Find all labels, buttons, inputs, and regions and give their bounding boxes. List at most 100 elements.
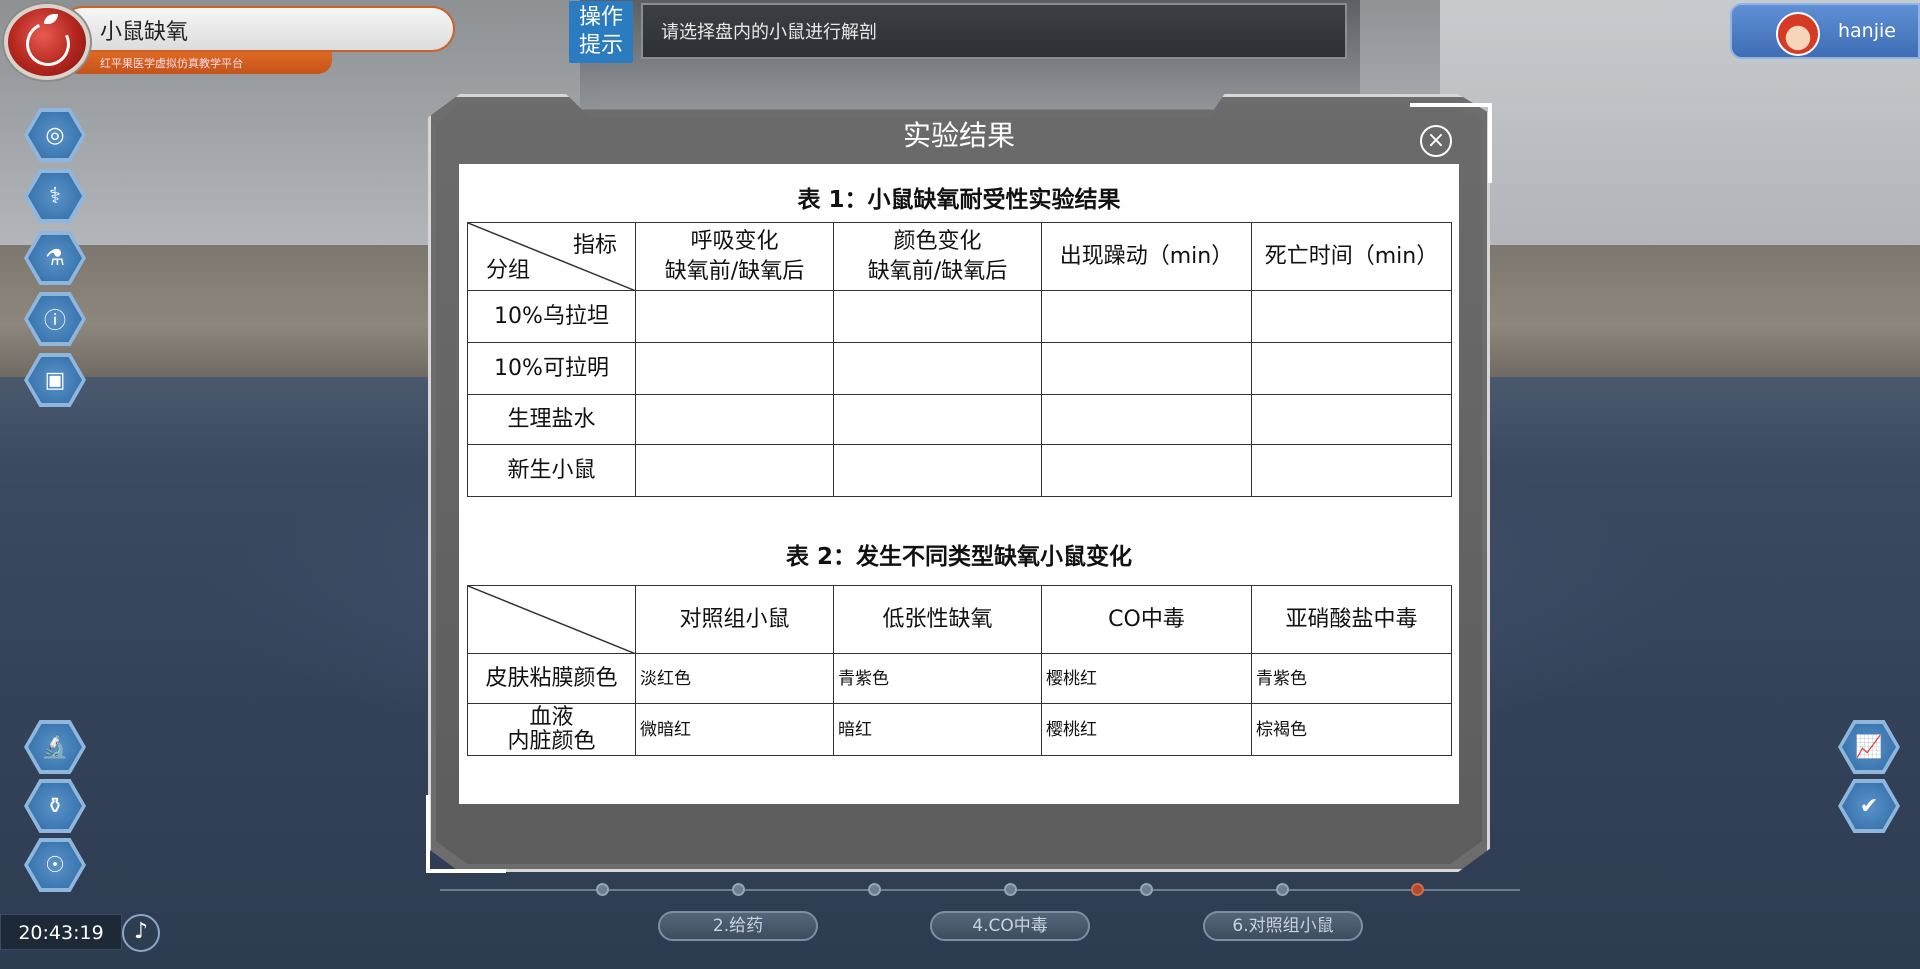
table-cell[interactable]: 微暗红 [635,703,834,756]
bottle-icon: ⚱ [28,783,82,829]
table1-header-cell: 死亡时间（min） [1251,222,1452,291]
table-cell[interactable] [1251,444,1452,497]
timeline-step-3[interactable] [868,883,881,896]
table1-corner-cell: 指标 分组 [467,222,636,291]
username[interactable]: hanjie [1838,20,1896,42]
app-subtitle: 红平果医学虚拟仿真教学平台 [100,57,243,70]
table-row: 皮肤粘膜颜色 淡红色 青紫色 樱桃红 青紫色 [467,653,1452,704]
header-line1: 呼吸变化 [690,228,779,254]
header-line1: 出现躁动（min） [1059,243,1234,269]
row-label: 血液 内脏颜色 [467,703,636,756]
table-row: 10%可拉明 [467,342,1452,395]
hand-care-button[interactable]: ☉ [24,838,86,892]
microscope-button[interactable]: 🔬 [24,720,86,774]
clipboard-check-button[interactable]: ✔ [1838,779,1900,833]
table2-caption: 表 2：发生不同类型缺氧小鼠变化 [785,544,1132,570]
table-cell[interactable]: 青紫色 [833,653,1042,704]
chart-icon: 📈 [1842,724,1896,770]
table-cell[interactable] [635,342,834,395]
row-group-label: 新生小鼠 [467,444,636,497]
table-cell[interactable]: 棕褐色 [1251,703,1452,756]
header-line1: 颜色变化 [893,228,982,254]
table1-header-cell: 呼吸变化缺氧前/缺氧后 [635,222,834,291]
table2-header-cell: 低张性缺氧 [833,585,1042,654]
clock: 20:43:19 [0,914,122,950]
row-group-label: 10%乌拉坦 [467,290,636,343]
row-label-line2: 内脏颜色 [507,728,596,754]
dna-icon: ⚕ [28,173,82,219]
table2: 对照组小鼠 低张性缺氧 CO中毒 亚硝酸盐中毒 皮肤粘膜颜色 淡红色 青紫色 樱… [467,585,1452,756]
bottle-button[interactable]: ⚱ [24,779,86,833]
header-line2: 缺氧前/缺氧后 [867,258,1008,284]
table-cell[interactable]: 淡红色 [635,653,834,704]
table1-header-cell: 颜色变化缺氧前/缺氧后 [833,222,1042,291]
timeline-step-2[interactable] [732,883,745,896]
app-title: 小鼠缺氧 [100,20,189,45]
timeline-label-step-6[interactable]: 6.对照组小鼠 [1203,911,1363,941]
header-line1: 死亡时间（min） [1264,243,1439,269]
target-icon: ◎ [28,112,82,158]
modal-corner-bottom-left [426,795,506,873]
table-cell[interactable]: 青紫色 [1251,653,1452,704]
operation-hint-badge: 操作 提示 [569,1,633,63]
flask-icon: ⚗ [28,235,82,281]
table-cell[interactable] [833,394,1042,445]
timeline-step-7[interactable] [1411,883,1424,896]
table1-corner-top: 指标 [572,233,617,258]
chart-button[interactable]: 📈 [1838,720,1900,774]
table-cell[interactable] [635,444,834,497]
operation-hint-text: 请选择盘内的小鼠进行解剖 [661,22,877,43]
clipboard-check-icon: ✔ [1842,783,1896,829]
timeline-label-step-2[interactable]: 2.给药 [658,911,818,941]
table-row: 生理盐水 [467,394,1452,445]
table-row: 10%乌拉坦 [467,290,1452,343]
table-cell[interactable] [833,290,1042,343]
row-label: 皮肤粘膜颜色 [467,653,636,704]
hand-care-icon: ☉ [28,842,82,888]
timeline-step-6[interactable] [1276,883,1289,896]
timeline-step-1[interactable] [596,883,609,896]
hint-badge-line2: 提示 [578,33,623,58]
table1: 指标 分组 呼吸变化 缺氧前/缺氧后 颜色变化 缺氧前/缺氧后 出现躁动（min） … [467,222,1452,497]
timeline-step-5[interactable] [1140,883,1153,896]
table-cell[interactable] [1041,342,1252,395]
table-cell[interactable] [635,394,834,445]
logo-icon [4,4,90,80]
info-icon: ⓘ [28,296,82,342]
table1-header-row: 指标 分组 呼吸变化 缺氧前/缺氧后 颜色变化 缺氧前/缺氧后 出现躁动（min） … [467,222,1452,291]
table2-header-cell: 亚硝酸盐中毒 [1251,585,1452,654]
table-row: 新生小鼠 [467,444,1452,497]
header-line2: 缺氧前/缺氧后 [664,258,805,284]
timeline-step-4[interactable] [1004,883,1017,896]
table-cell[interactable] [1251,342,1452,395]
table-cell[interactable]: 暗红 [833,703,1042,756]
row-label-line1: 皮肤粘膜颜色 [485,665,618,691]
table1-corner-bottom: 分组 [486,258,531,283]
microscope-icon: 🔬 [28,724,82,770]
close-button[interactable]: × [1420,125,1452,157]
table1-header-cell: 出现躁动（min） [1041,222,1252,291]
table-cell[interactable] [833,444,1042,497]
table-cell[interactable] [1041,444,1252,497]
diagonal-line [468,586,636,654]
table-cell[interactable]: 樱桃红 [1041,653,1252,704]
table2-header-row: 对照组小鼠 低张性缺氧 CO中毒 亚硝酸盐中毒 [467,585,1452,654]
table-row: 血液 内脏颜色 微暗红 暗红 樱桃红 棕褐色 [467,703,1452,756]
avatar[interactable] [1776,12,1820,56]
timeline-label-step-4[interactable]: 4.CO中毒 [930,911,1090,941]
table1-caption: 表 1：小鼠缺氧耐受性实验结果 [797,187,1121,213]
table-cell[interactable] [1041,394,1252,445]
music-note-icon[interactable]: ♪ [122,914,160,952]
modal-title: 实验结果 [902,119,1015,152]
table-cell[interactable]: 樱桃红 [1041,703,1252,756]
table2-header-cell: 对照组小鼠 [635,585,834,654]
table2-corner-cell [467,585,636,654]
table-cell[interactable] [635,290,834,343]
table2-header-cell: CO中毒 [1041,585,1252,654]
table-cell[interactable] [1041,290,1252,343]
hint-badge-line1: 操作 [578,5,623,30]
table-cell[interactable] [1251,394,1452,445]
report-icon: ▣ [28,357,82,403]
table-cell[interactable] [833,342,1042,395]
table-cell[interactable] [1251,290,1452,343]
